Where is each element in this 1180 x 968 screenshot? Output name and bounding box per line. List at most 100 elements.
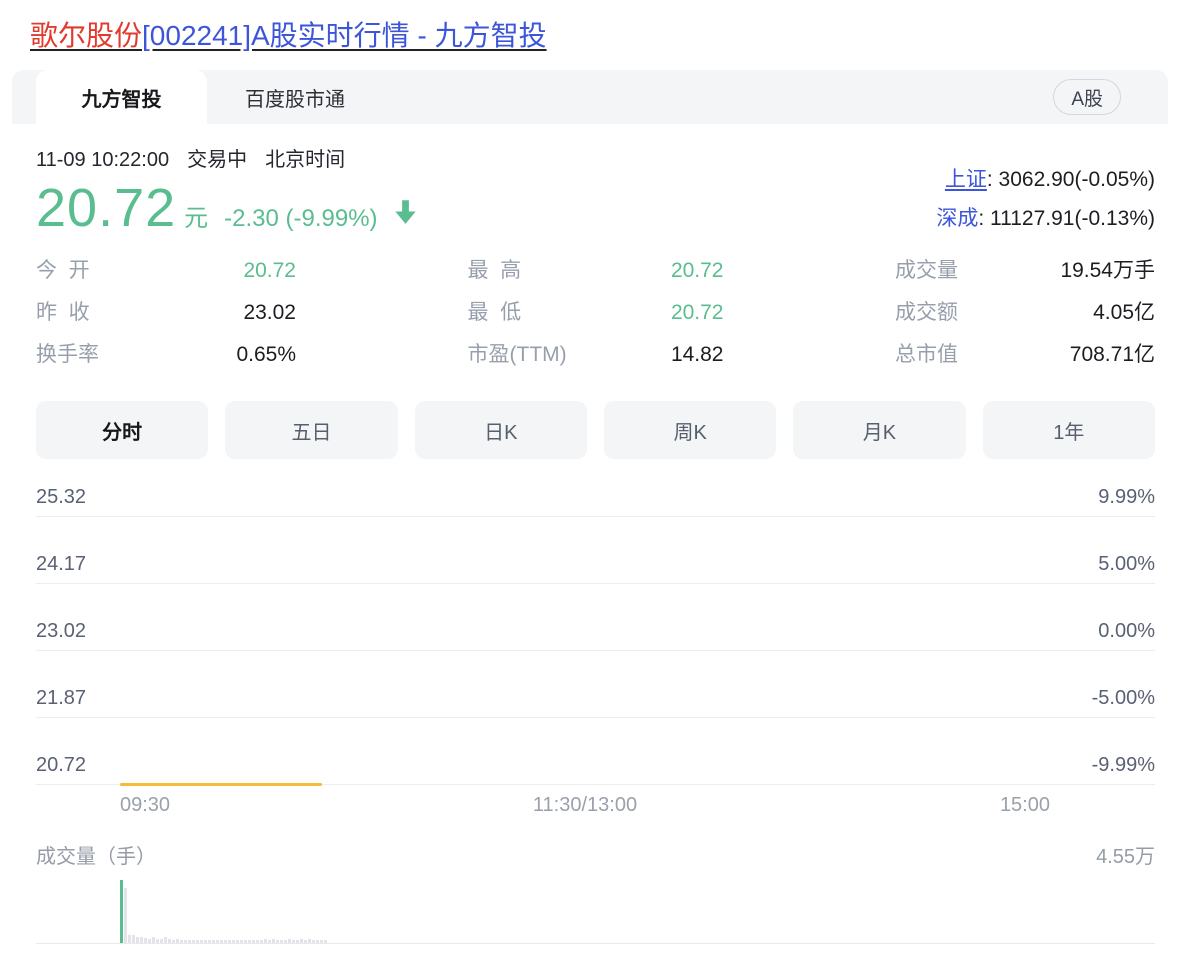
volume-bar	[280, 940, 283, 943]
volume-bar	[156, 939, 159, 943]
price-row: 20.72 元 -2.30 (-9.99%)	[36, 180, 419, 236]
stat-value: 19.54万手	[1060, 254, 1155, 287]
stat-value: 14.82	[671, 338, 724, 371]
period-tab-label: 五日	[291, 416, 331, 445]
y-axis-percent-label: 0.00%	[1098, 620, 1155, 643]
stat-label: 最 低	[468, 296, 522, 329]
volume-bar	[124, 888, 127, 943]
volume-bar	[188, 940, 191, 943]
chart-grid-row: 24.17 5.00%	[36, 517, 1155, 584]
volume-bar	[304, 940, 307, 943]
volume-bar	[192, 940, 195, 943]
volume-header: 成交量（手） 4.55万	[36, 843, 1155, 871]
stat-label: 总市值	[895, 338, 958, 371]
y-axis-percent-label: -5.00%	[1092, 687, 1155, 710]
volume-bar	[132, 935, 135, 943]
tab-jiufang-zhitou[interactable]: 九方智投	[36, 70, 207, 124]
stock-name: 歌尔股份	[30, 20, 142, 51]
chart-grid-row: 25.32 9.99%	[36, 472, 1155, 517]
volume-bar	[204, 940, 207, 943]
volume-bar	[180, 940, 183, 943]
y-axis-price-label: 20.72	[36, 754, 86, 777]
market-badge-label: A股	[1071, 84, 1103, 111]
volume-bar	[300, 939, 303, 943]
stat-value: 20.72	[671, 254, 724, 287]
volume-bar	[284, 940, 287, 943]
volume-title: 成交量（手）	[36, 843, 156, 871]
volume-bar	[224, 940, 227, 943]
volume-bar	[208, 940, 211, 943]
stat-label: 换手率	[36, 338, 99, 371]
sz-index-row: 深成: 11127.91(-0.13%)	[936, 199, 1155, 238]
sz-index-value: : 11127.91(-0.13%)	[978, 207, 1155, 230]
volume-bar	[160, 939, 163, 943]
y-axis-price-label: 25.32	[36, 486, 86, 509]
stat-label: 市盈(TTM)	[468, 338, 567, 371]
down-arrow-icon	[392, 198, 419, 225]
volume-bar	[212, 940, 215, 943]
volume-bar	[216, 940, 219, 943]
period-tab-minute[interactable]: 分时	[36, 401, 208, 459]
volume-bars	[36, 880, 1155, 944]
volume-bar	[256, 940, 259, 943]
stat-high: 最 高 20.72	[468, 254, 724, 287]
stat-value: 23.02	[243, 296, 296, 329]
volume-max-value: 4.55万	[1096, 843, 1155, 871]
volume-bar	[228, 940, 231, 943]
x-axis-label-midday: 11:30/13:00	[533, 794, 637, 817]
chart-grid-row: 20.72 -9.99%	[36, 718, 1155, 785]
quote-time-row: 11-09 10:22:00交易中北京时间	[36, 146, 419, 174]
quote-left: 11-09 10:22:00交易中北京时间 20.72 元 -2.30 (-9.…	[36, 146, 419, 238]
quote-card: 九方智投 百度股市通 A股 11-09 10:22:00交易中北京时间 20.7…	[12, 70, 1168, 944]
volume-bar	[136, 937, 139, 943]
volume-bar	[168, 939, 171, 943]
volume-bar	[276, 940, 279, 943]
tab-label: 九方智投	[82, 83, 162, 112]
period-tab-5day[interactable]: 五日	[225, 401, 397, 459]
market-badge[interactable]: A股	[1053, 79, 1121, 115]
volume-bar	[252, 940, 255, 943]
page-title: 歌尔股份[002241]A股实时行情 - 九方智投	[0, 0, 1180, 54]
sh-index-link[interactable]: 上证	[945, 168, 987, 191]
period-tab-label: 分时	[102, 416, 142, 445]
period-tab-monthly-k[interactable]: 月K	[793, 401, 965, 459]
volume-bar	[196, 940, 199, 943]
period-tab-daily-k[interactable]: 日K	[415, 401, 587, 459]
stats-grid: 今 开20.72 最 高20.72 成交量19.54万手 昨 收23.02 最 …	[36, 254, 1155, 371]
stat-value: 4.05亿	[1093, 296, 1155, 329]
stat-value: 0.65%	[236, 338, 296, 371]
period-tab-label: 1年	[1053, 416, 1084, 445]
tab-baidu-gushitong[interactable]: 百度股市通	[207, 70, 383, 124]
index-quotes: 上证: 3062.90(-0.05%) 深成: 11127.91(-0.13%)	[936, 160, 1155, 238]
stat-value: 708.71亿	[1070, 338, 1155, 371]
stat-label: 最 高	[468, 254, 522, 287]
volume-bar	[272, 939, 275, 943]
stat-turnover-rate: 换手率 0.65%	[36, 338, 296, 371]
x-axis-label-close: 15:00	[1000, 794, 1050, 817]
minute-chart: 25.32 9.99% 24.17 5.00% 23.02 0.00% 21.8…	[36, 472, 1155, 823]
stat-label: 昨 收	[36, 296, 90, 329]
stat-prev-close: 昨 收 23.02	[36, 296, 296, 329]
volume-bar	[292, 940, 295, 943]
tab-label: 百度股市通	[245, 83, 345, 112]
x-axis-label-open: 09:30	[120, 794, 170, 817]
price-line	[120, 783, 322, 786]
volume-bar	[128, 935, 131, 943]
period-tab-1year[interactable]: 1年	[983, 401, 1155, 459]
stat-label: 今 开	[36, 254, 90, 287]
volume-bar	[184, 940, 187, 943]
volume-bar	[240, 940, 243, 943]
stat-today-open: 今 开20.72	[36, 254, 296, 287]
period-tab-weekly-k[interactable]: 周K	[604, 401, 776, 459]
card-body: 11-09 10:22:00交易中北京时间 20.72 元 -2.30 (-9.…	[12, 146, 1168, 944]
y-axis-price-label: 23.02	[36, 620, 86, 643]
stat-turnover-amount: 成交额4.05亿	[895, 296, 1155, 329]
period-tab-label: 周K	[673, 416, 706, 445]
volume-bar	[308, 939, 311, 943]
volume-bar	[296, 940, 299, 943]
stock-title-link[interactable]: 歌尔股份[002241]A股实时行情 - 九方智投	[30, 20, 547, 51]
sh-index-value: : 3062.90(-0.05%)	[987, 168, 1155, 191]
volume-bar	[176, 939, 179, 943]
sz-index-link[interactable]: 深成	[936, 207, 978, 230]
quote-head: 11-09 10:22:00交易中北京时间 20.72 元 -2.30 (-9.…	[36, 146, 1155, 238]
